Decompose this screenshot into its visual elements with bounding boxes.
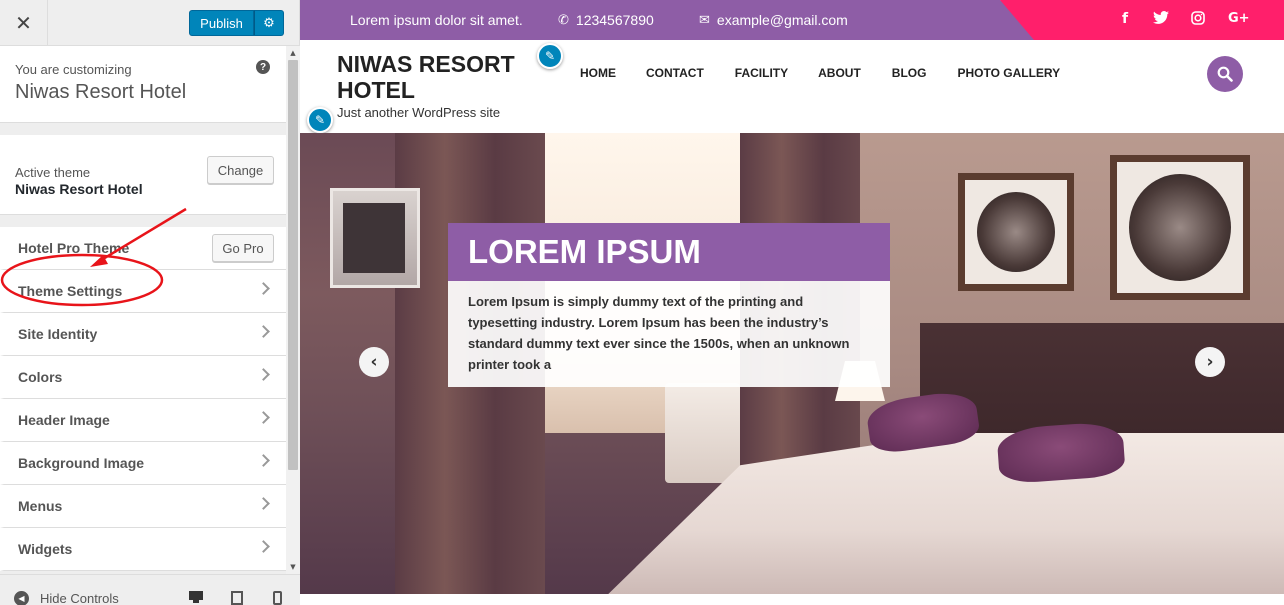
section-header-image[interactable]: Header Image (0, 399, 286, 442)
hero-tv-image (330, 188, 420, 288)
section-background-image[interactable]: Background Image (0, 442, 286, 485)
twitter-icon[interactable] (1153, 11, 1169, 29)
email-icon: ✉ (699, 12, 710, 28)
section-hotel-pro-theme: Hotel Pro Theme Go Pro (0, 227, 286, 270)
gear-icon[interactable]: ⚙ (254, 10, 284, 36)
section-label: Hotel Pro Theme (18, 240, 130, 256)
customizing-info: You are customizing Niwas Resort Hotel ? (0, 46, 286, 123)
slide-text: Lorem Ipsum is simply dummy text of the … (448, 281, 890, 387)
section-label: Site Identity (18, 326, 98, 342)
site-name: Niwas Resort Hotel (15, 81, 187, 103)
phone-icon: ✆ (558, 12, 569, 28)
section-theme-settings[interactable]: Theme Settings (0, 270, 286, 313)
phone-number: 1234567890 (575, 12, 654, 28)
section-menus[interactable]: Menus (0, 485, 286, 528)
hero-picture-frame (1110, 155, 1250, 300)
scroll-thumb[interactable] (288, 60, 298, 470)
edit-pencil-icon[interactable]: ✎ (537, 43, 563, 69)
section-site-identity[interactable]: Site Identity (0, 313, 286, 356)
nav-item-facility[interactable]: FACILITY (735, 66, 788, 80)
slide-title: LOREM IPSUM (448, 223, 890, 281)
sidebar-scrollbar[interactable]: ▲ ▼ (286, 46, 300, 574)
chevron-right-icon (257, 325, 270, 338)
customizer-header: ✕ Publish ⚙ (0, 0, 299, 46)
hide-controls-label: Hide Controls (40, 591, 119, 605)
publish-group: Publish ⚙ (189, 10, 284, 36)
slider-next-icon[interactable]: › (1195, 347, 1225, 377)
slider-prev-icon[interactable]: ‹ (359, 347, 389, 377)
hero-slider: LOREM IPSUM Lorem Ipsum is simply dummy … (300, 133, 1284, 594)
collapse-icon: ◀ (14, 591, 29, 605)
google-plus-icon[interactable]: G+ (1228, 11, 1250, 26)
scroll-down-icon[interactable]: ▼ (289, 563, 297, 571)
site-tagline: Just another WordPress site (337, 105, 501, 120)
chevron-right-icon (257, 497, 270, 510)
nav-item-home[interactable]: HOME (580, 66, 616, 80)
go-pro-button[interactable]: Go Pro (212, 234, 274, 262)
close-icon[interactable]: ✕ (0, 0, 48, 46)
scroll-up-icon[interactable]: ▲ (289, 49, 297, 57)
slide-caption: LOREM IPSUM Lorem Ipsum is simply dummy … (448, 223, 890, 387)
site-header: NIWAS RESORT HOTEL Just another WordPres… (300, 40, 1284, 133)
top-bar: Lorem ipsum dolor sit amet. ✆ 1234567890… (300, 0, 1284, 40)
top-bar-phone: ✆ 1234567890 (558, 12, 654, 28)
publish-button[interactable]: Publish (189, 10, 254, 36)
nav-item-photo-gallery[interactable]: PHOTO GALLERY (957, 66, 1060, 80)
nav-item-contact[interactable]: CONTACT (646, 66, 704, 80)
chevron-right-icon (257, 454, 270, 467)
section-label: Widgets (18, 541, 73, 557)
top-bar-text: Lorem ipsum dolor sit amet. (350, 12, 523, 28)
top-bar-email: ✉ example@gmail.com (699, 12, 848, 28)
nav-item-about[interactable]: ABOUT (818, 66, 861, 80)
search-icon[interactable] (1207, 56, 1243, 92)
nav-item-blog[interactable]: BLOG (892, 66, 927, 80)
chevron-right-icon (257, 282, 270, 295)
main-nav: HOME CONTACT FACILITY ABOUT BLOG PHOTO G… (580, 66, 1060, 80)
tablet-preview-icon[interactable] (231, 591, 243, 605)
desktop-preview-icon[interactable] (189, 591, 203, 605)
edit-pencil-icon[interactable]: ✎ (307, 107, 333, 133)
section-label: Header Image (18, 412, 110, 428)
mobile-preview-icon[interactable] (273, 591, 282, 605)
hero-bed-image (608, 433, 1284, 594)
customizer-sidebar: ✕ Publish ⚙ You are customizing Niwas Re… (0, 0, 300, 605)
hero-chair-image (665, 383, 740, 483)
chevron-right-icon (257, 368, 270, 381)
customizer-panel: You are customizing Niwas Resort Hotel ?… (0, 46, 286, 574)
email-address: example@gmail.com (716, 12, 848, 28)
customizer-footer: ◀ Hide Controls (0, 574, 300, 605)
site-title[interactable]: NIWAS RESORT HOTEL (337, 51, 527, 103)
hero-picture-frame (958, 173, 1074, 291)
site-preview: Lorem ipsum dolor sit amet. ✆ 1234567890… (300, 0, 1284, 605)
hide-controls-button[interactable]: ◀ Hide Controls (14, 591, 119, 605)
section-label: Theme Settings (18, 283, 123, 299)
change-theme-button[interactable]: Change (207, 156, 274, 184)
instagram-icon[interactable] (1191, 11, 1205, 29)
help-icon[interactable]: ? (256, 60, 270, 74)
chevron-right-icon (257, 411, 270, 424)
section-label: Menus (18, 498, 63, 514)
section-label: Colors (18, 369, 63, 385)
active-theme-panel: Active theme Niwas Resort Hotel Change (0, 123, 286, 215)
facebook-icon[interactable]: f (1122, 11, 1128, 27)
customizer-sections: Hotel Pro Theme Go Pro Theme Settings Si… (0, 227, 286, 571)
section-colors[interactable]: Colors (0, 356, 286, 399)
section-label: Background Image (18, 455, 145, 471)
customizing-label: You are customizing (15, 62, 132, 77)
chevron-right-icon (257, 540, 270, 553)
section-widgets[interactable]: Widgets (0, 528, 286, 571)
